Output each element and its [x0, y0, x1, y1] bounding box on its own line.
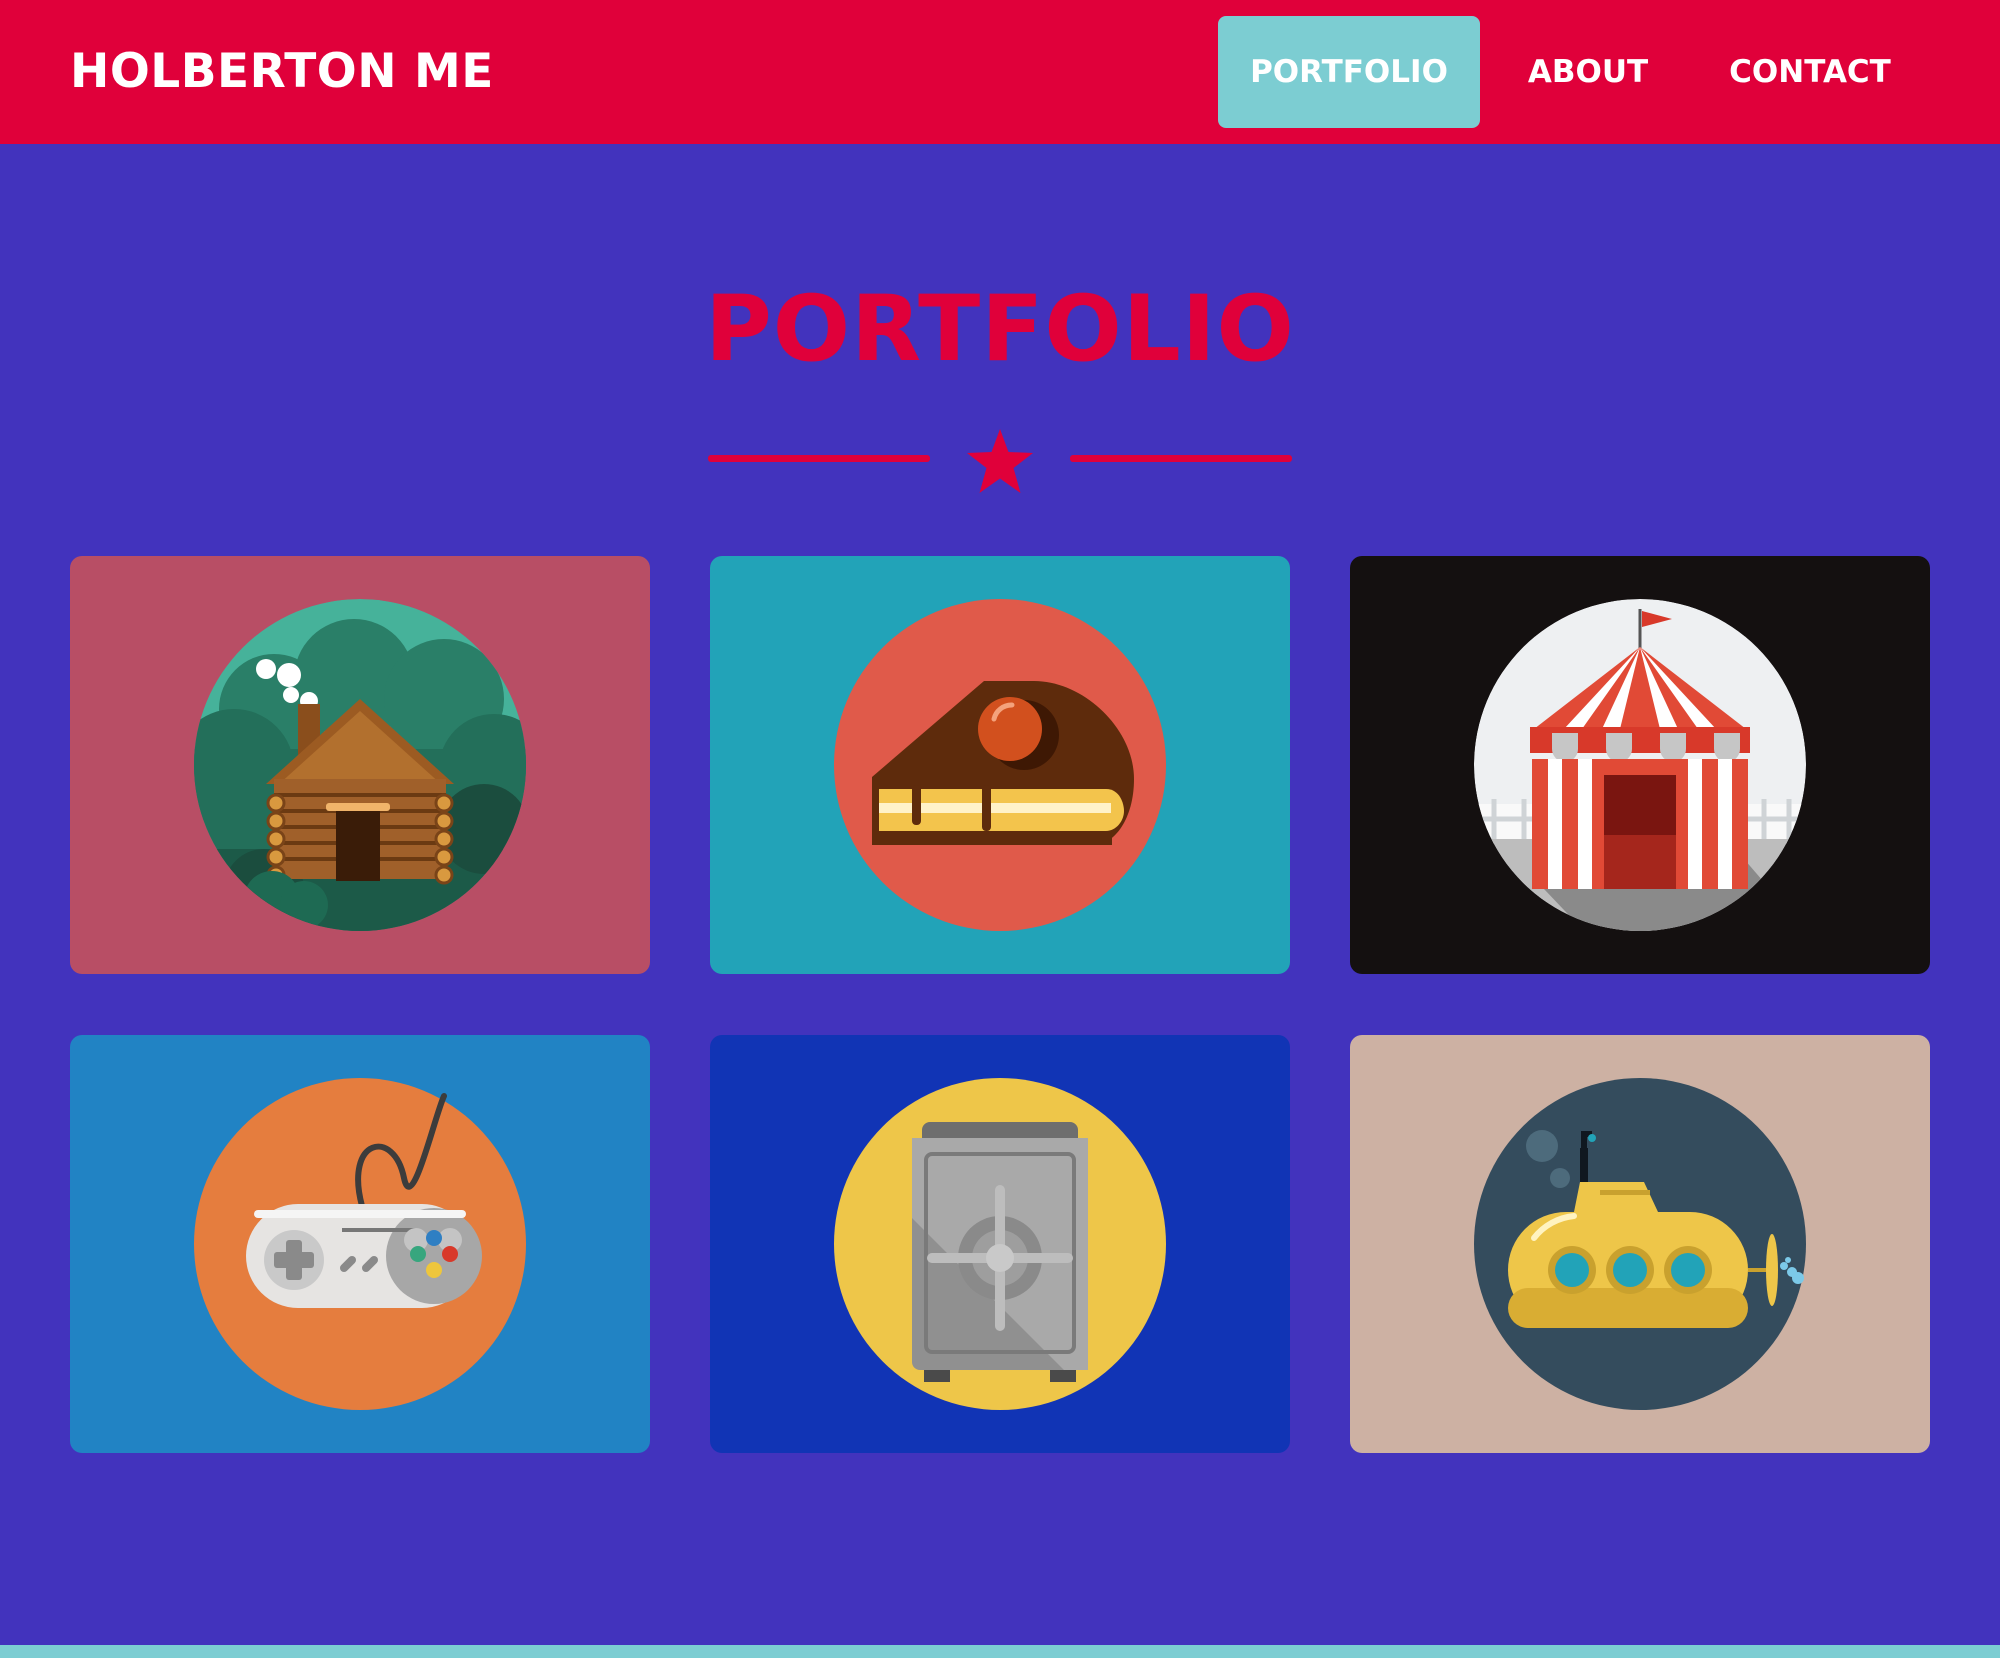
gamepad-icon — [194, 1078, 526, 1410]
page-title: PORTFOLIO — [705, 277, 1295, 382]
portfolio-item-submarine[interactable] — [1350, 1035, 1930, 1453]
portfolio-item-circus[interactable] — [1350, 556, 1930, 974]
footer-strip — [0, 1645, 2000, 1658]
log-cabin-icon — [194, 599, 526, 931]
nav-portfolio-link[interactable]: PORTFOLIO — [1218, 16, 1480, 128]
circus-tent-icon — [1474, 599, 1806, 931]
star-icon — [967, 429, 1033, 493]
brand-logo[interactable]: HOLBERTON ME — [70, 0, 494, 144]
submarine-icon — [1474, 1078, 1806, 1410]
cake-slice-icon — [834, 599, 1166, 931]
nav-contact-link[interactable]: CONTACT — [1700, 16, 1920, 128]
nav-about-link[interactable]: ABOUT — [1506, 16, 1670, 128]
divider-line-right — [1070, 455, 1292, 462]
portfolio-item-gamepad[interactable] — [70, 1035, 650, 1453]
divider-line-left — [708, 455, 930, 462]
navbar: HOLBERTON ME PORTFOLIO ABOUT CONTACT — [0, 0, 2000, 144]
portfolio-item-safe[interactable] — [710, 1035, 1290, 1453]
portfolio-item-cake[interactable] — [710, 556, 1290, 974]
safe-icon — [834, 1078, 1166, 1410]
portfolio-item-cabin[interactable] — [70, 556, 650, 974]
